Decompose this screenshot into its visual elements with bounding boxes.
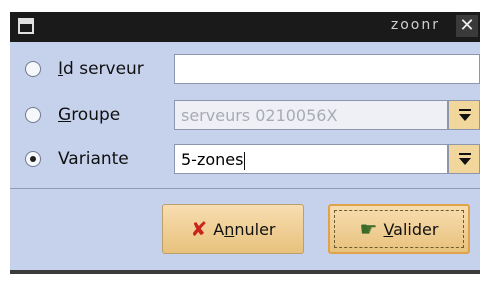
close-icon[interactable]: ✕: [456, 15, 478, 37]
radio-groupe[interactable]: [25, 107, 41, 123]
window-menu-icon[interactable]: [18, 18, 34, 34]
row-id-serveur: Id serveur: [10, 52, 480, 86]
label-groupe[interactable]: Groupe: [58, 105, 120, 125]
separator: [10, 188, 480, 189]
window-title: zoonr: [390, 17, 440, 33]
ok-button-label: Valider: [383, 219, 439, 239]
text-caret: [244, 151, 246, 170]
variante-dropdown-button[interactable]: [448, 144, 480, 174]
variante-combo-input[interactable]: 5-zones: [174, 144, 448, 174]
title-bar[interactable]: zoonr ✕: [10, 12, 480, 42]
dialog-window: zoonr ✕ Id serveur Groupe serveurs 02100…: [10, 12, 480, 274]
label-id-serveur[interactable]: Id serveur: [58, 59, 144, 79]
id-serveur-input[interactable]: [174, 54, 480, 84]
row-variante: Variante 5-zones: [10, 142, 480, 176]
radio-variante[interactable]: [25, 151, 41, 167]
label-variante[interactable]: Variante: [58, 149, 129, 169]
groupe-dropdown-button[interactable]: [448, 100, 480, 130]
chevron-down-icon: [459, 114, 471, 121]
cancel-button-label: Annuler: [213, 219, 276, 239]
validate-hand-icon: ☛: [359, 217, 378, 241]
radio-id-serveur[interactable]: [25, 61, 41, 77]
dropdown-bar-icon: [459, 109, 471, 111]
cancel-button[interactable]: ✘ Annuler: [162, 204, 304, 254]
chevron-down-icon: [459, 158, 471, 165]
dropdown-bar-icon: [459, 153, 471, 155]
cancel-x-icon: ✘: [190, 217, 208, 241]
ok-button[interactable]: ☛ Valider: [328, 204, 470, 254]
groupe-combo-input: serveurs 0210056X: [174, 100, 448, 130]
row-groupe: Groupe serveurs 0210056X: [10, 98, 480, 132]
window-bottom-edge: [10, 270, 480, 274]
